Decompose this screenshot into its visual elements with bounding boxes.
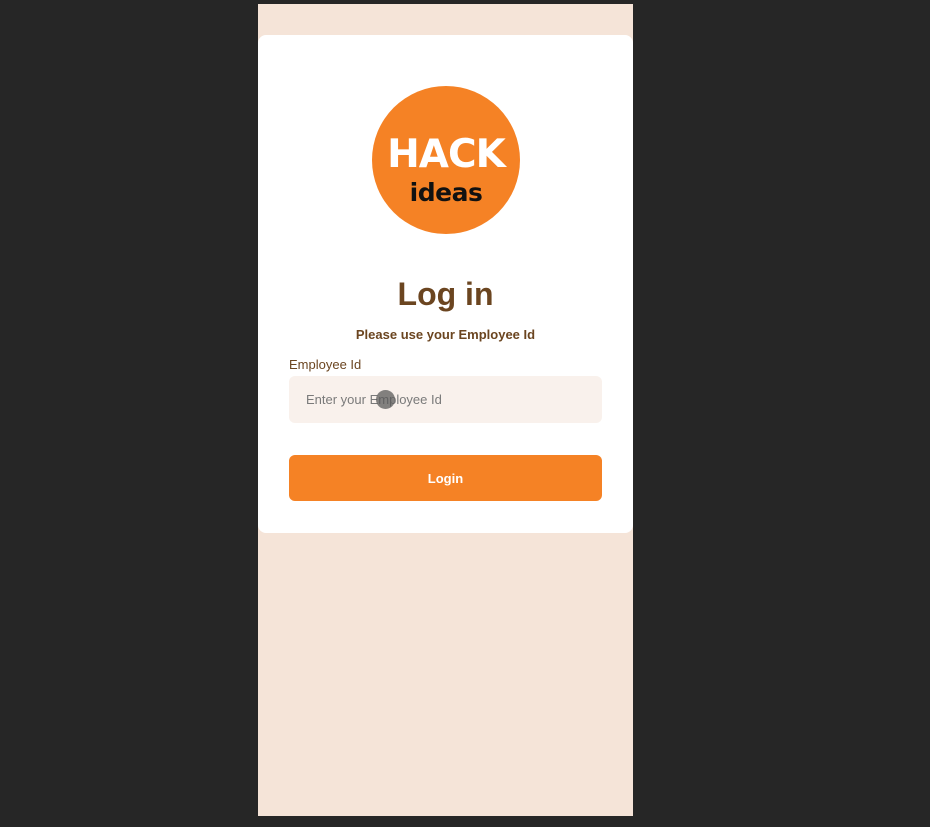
login-instructions: Please use your Employee Id — [355, 327, 536, 342]
employee-id-input[interactable] — [289, 376, 602, 423]
employee-id-label: Employee Id — [289, 357, 362, 372]
logo-text-ideas: ideas — [409, 178, 483, 207]
login-button[interactable]: Login — [289, 455, 602, 501]
hack-ideas-logo: HACK ideas — [372, 86, 520, 234]
touch-cursor-indicator — [376, 390, 395, 409]
app-screen: HACK ideas Log in Please use your Employ… — [258, 4, 633, 816]
logo-text-hack: HACK — [387, 132, 506, 177]
page-title: Log in — [397, 276, 494, 312]
login-card: HACK ideas Log in Please use your Employ… — [258, 35, 633, 533]
